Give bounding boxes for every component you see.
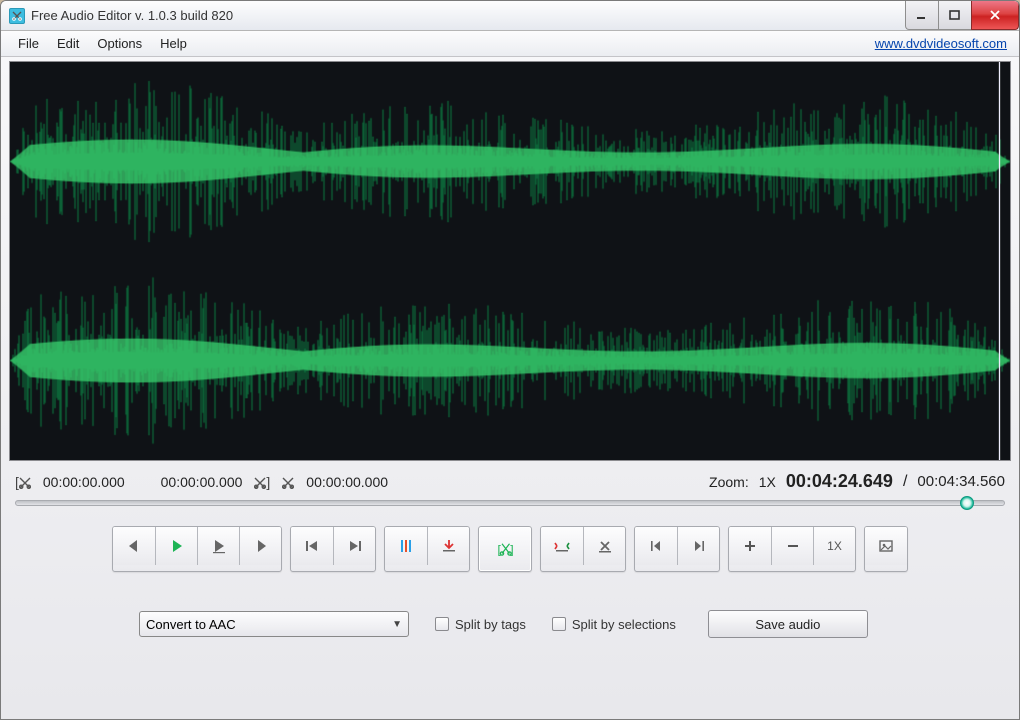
seek-thumb[interactable] xyxy=(960,496,974,510)
transport-toolbar: [] 1X xyxy=(9,510,1011,582)
play-button[interactable] xyxy=(155,527,197,565)
marker-group xyxy=(384,526,470,572)
zoom-label: Zoom: xyxy=(709,474,749,490)
view-group xyxy=(864,526,908,572)
go-end-button[interactable] xyxy=(333,527,375,565)
zoom-reset-button[interactable]: 1X xyxy=(813,527,855,565)
app-window: Free Audio Editor v. 1.0.3 build 820 Fil… xyxy=(0,0,1020,720)
titlebar[interactable]: Free Audio Editor v. 1.0.3 build 820 xyxy=(1,1,1019,31)
trim-outside-button[interactable] xyxy=(541,527,583,565)
add-marker-button[interactable] xyxy=(427,527,469,565)
go-sel-end-button[interactable] xyxy=(677,527,719,565)
seek-group xyxy=(290,526,376,572)
checkbox-box-icon xyxy=(435,617,449,631)
split-tags-label: Split by tags xyxy=(455,617,526,632)
split-by-tags-checkbox[interactable]: Split by tags xyxy=(435,617,526,632)
cut-selection-button[interactable]: [] xyxy=(478,526,532,572)
selection-end-time: 00:00:00.000 xyxy=(161,474,243,490)
play-selection-button[interactable] xyxy=(197,527,239,565)
scissors-close-icon: ] xyxy=(254,474,270,490)
split-by-selections-checkbox[interactable]: Split by selections xyxy=(552,617,676,632)
playhead-indicator xyxy=(999,62,1000,460)
skip-forward-button[interactable] xyxy=(239,527,281,565)
zoom-group: 1X xyxy=(728,526,856,572)
save-audio-button[interactable]: Save audio xyxy=(708,610,868,638)
menu-file[interactable]: File xyxy=(9,33,48,54)
position-time: 00:04:24.649 xyxy=(786,471,893,492)
website-link[interactable]: www.dvdvideosoft.com xyxy=(875,36,1011,51)
convert-format-label: Convert to AAC xyxy=(146,617,236,632)
image-view-button[interactable] xyxy=(865,527,907,565)
selection-edge-group xyxy=(634,526,720,572)
cursor-time: 00:00:00.000 xyxy=(306,474,388,490)
window-title: Free Audio Editor v. 1.0.3 build 820 xyxy=(31,8,906,23)
save-audio-label: Save audio xyxy=(755,617,820,632)
minimize-button[interactable] xyxy=(905,1,939,30)
window-controls xyxy=(906,1,1019,30)
bottom-bar: Convert to AAC ▼ Split by tags Split by … xyxy=(9,582,1011,648)
dropdown-arrow-icon: ▼ xyxy=(392,619,402,630)
add-markers-button[interactable] xyxy=(385,527,427,565)
zoom-in-button[interactable] xyxy=(729,527,771,565)
delete-selection-button[interactable] xyxy=(583,527,625,565)
convert-format-combo[interactable]: Convert to AAC ▼ xyxy=(139,611,409,637)
selection-times: [ 00:00:00.000 00:00:00.000 ] 00:00:00.0… xyxy=(15,474,388,490)
time-separator: / xyxy=(903,473,907,491)
go-start-button[interactable] xyxy=(291,527,333,565)
go-sel-start-button[interactable] xyxy=(635,527,677,565)
selection-start-time: 00:00:00.000 xyxy=(43,474,125,490)
time-info-row: [ 00:00:00.000 00:00:00.000 ] 00:00:00.0… xyxy=(9,461,1011,500)
playback-group xyxy=(112,526,282,572)
app-icon xyxy=(9,8,25,24)
menu-help[interactable]: Help xyxy=(151,33,196,54)
cursor-scissors-icon xyxy=(282,474,294,490)
scissors-open-icon: [ xyxy=(15,474,31,490)
menu-edit[interactable]: Edit xyxy=(48,33,88,54)
split-sel-label: Split by selections xyxy=(572,617,676,632)
maximize-button[interactable] xyxy=(938,1,972,30)
waveform-display[interactable] xyxy=(9,61,1011,461)
content-area: [ 00:00:00.000 00:00:00.000 ] 00:00:00.0… xyxy=(1,57,1019,719)
zoom-out-button[interactable] xyxy=(771,527,813,565)
skip-back-button[interactable] xyxy=(113,527,155,565)
zoom-value: 1X xyxy=(759,474,776,490)
checkbox-box-icon xyxy=(552,617,566,631)
menubar: File Edit Options Help www.dvdvideosoft.… xyxy=(1,31,1019,57)
close-button[interactable] xyxy=(971,1,1019,30)
trim-group xyxy=(540,526,626,572)
seek-slider[interactable] xyxy=(15,500,1005,506)
seek-slider-row xyxy=(9,500,1011,510)
svg-text:]: ] xyxy=(510,543,513,557)
menu-options[interactable]: Options xyxy=(88,33,151,54)
duration-time: 00:04:34.560 xyxy=(917,473,1005,490)
